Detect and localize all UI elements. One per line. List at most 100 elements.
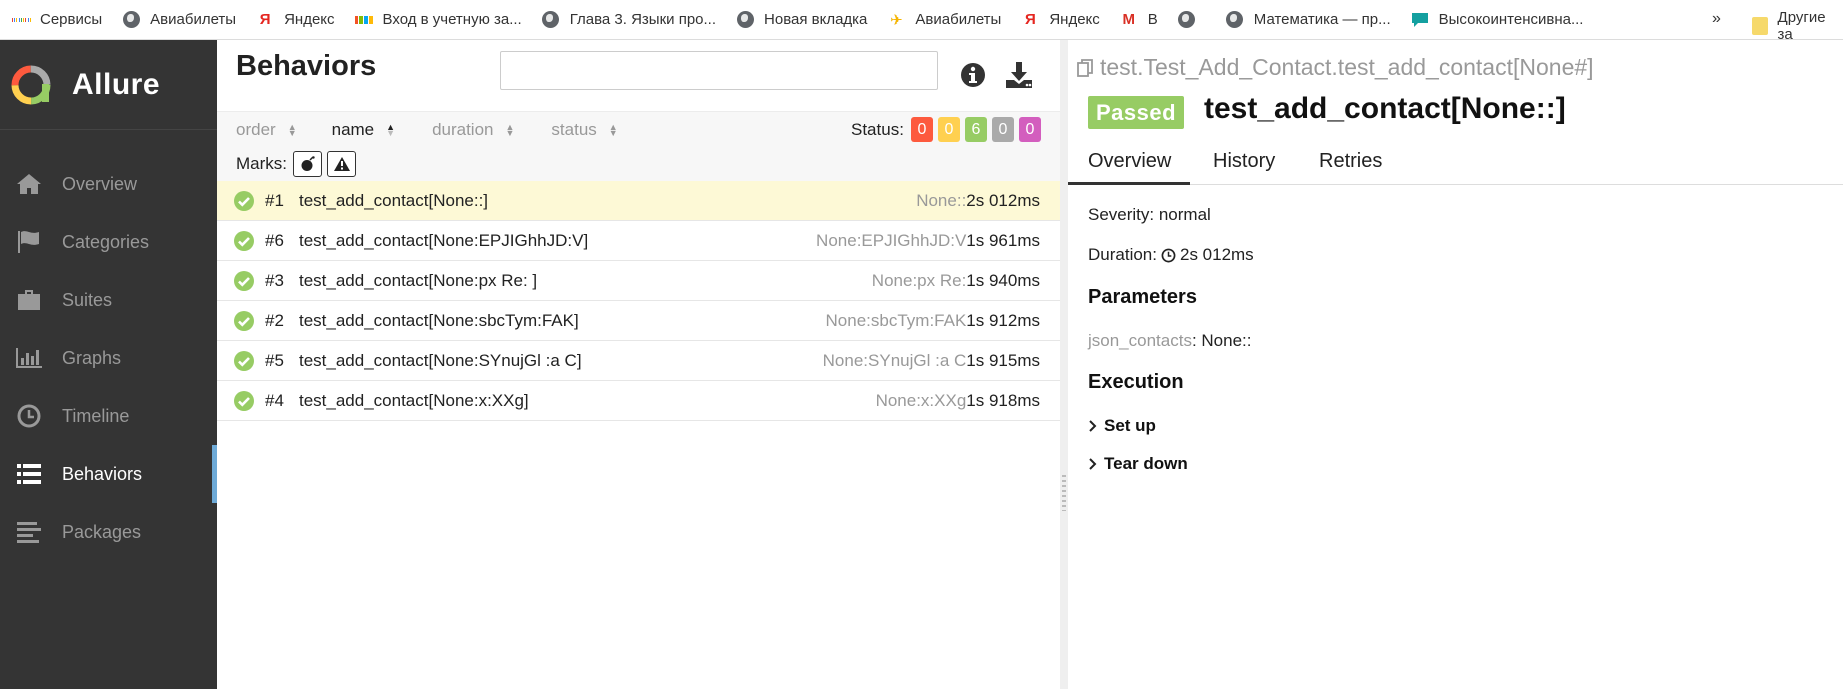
- passed-check-icon: [234, 350, 254, 371]
- parameter-key: json_contacts: [1088, 331, 1192, 350]
- count-failed[interactable]: 0: [911, 117, 933, 142]
- copy-icon[interactable]: [1076, 58, 1096, 78]
- bookmark-math[interactable]: Математика — пр...: [1226, 11, 1391, 29]
- sidebar: Allure Overview Categories Suites Graphs: [0, 40, 217, 689]
- count-skipped[interactable]: 0: [992, 117, 1014, 142]
- sidebar-item-suites[interactable]: Suites: [0, 271, 217, 329]
- sidebar-item-graphs[interactable]: Graphs: [0, 329, 217, 387]
- sidebar-nav: Overview Categories Suites Graphs Timeli…: [0, 155, 217, 561]
- passed-check-icon: [234, 270, 254, 291]
- duration-value: 2s 012ms: [1179, 245, 1254, 264]
- row-param: None:px Re:: [871, 270, 967, 290]
- bookmark-label: Яндекс: [284, 11, 335, 28]
- bookmark-chapter3[interactable]: Глава 3. Языки про...: [542, 11, 716, 29]
- bookmark-label: Сервисы: [40, 11, 103, 28]
- sort-arrows-icon: ▲ ▼: [505, 122, 515, 138]
- count-unknown[interactable]: 0: [1019, 117, 1041, 142]
- tab-history[interactable]: History: [1213, 150, 1275, 173]
- tab-retries[interactable]: Retries: [1319, 150, 1382, 173]
- test-fullname: test.Test_Add_Contact.test_add_contact[N…: [1076, 54, 1594, 81]
- bookmark-avia-1[interactable]: Авиабилеты: [122, 11, 236, 29]
- yandex-icon: Я: [259, 11, 271, 28]
- bookmark-high-intensity[interactable]: Высокоинтенсивна...: [1411, 11, 1583, 29]
- bookmark-yandex-2[interactable]: Я Яндекс: [1021, 11, 1100, 29]
- sort-order[interactable]: order ▲ ▼: [236, 120, 297, 140]
- sidebar-item-label: Graphs: [62, 347, 122, 368]
- clock-icon: [1161, 248, 1176, 262]
- bookmark-label: Математика — пр...: [1253, 11, 1391, 28]
- bookmark-gmail[interactable]: M В: [1120, 11, 1158, 29]
- marks-label: Marks:: [236, 154, 287, 173]
- parameter-row: json_contacts : None::: [1088, 331, 1252, 351]
- bookmark-label: В: [1147, 11, 1158, 28]
- sidebar-item-categories[interactable]: Categories: [0, 213, 217, 271]
- bookmark-new-tab[interactable]: Новая вкладка: [736, 11, 867, 29]
- mark-flaky-toggle[interactable]: [293, 151, 322, 177]
- test-detail-pane: test.Test_Add_Contact.test_add_contact[N…: [1068, 40, 1843, 689]
- row-name: test_add_contact[None:px Re: ]: [299, 270, 538, 290]
- row-duration: 1s 940ms: [966, 270, 1040, 290]
- clock-icon: [14, 403, 44, 429]
- row-number: #2: [265, 310, 284, 330]
- bookmark-folder-other[interactable]: Другие за: [1752, 9, 1843, 43]
- bookmark-folder-label: Другие за: [1777, 9, 1826, 43]
- row-param: None:sbcTym:FAK: [825, 310, 967, 330]
- bar-chart-icon: [14, 345, 44, 371]
- table-row[interactable]: #3 test_add_contact[None:px Re: ] None:p…: [217, 261, 1060, 301]
- table-row[interactable]: #6 test_add_contact[None:EPJIGhhJD:V] No…: [217, 221, 1060, 261]
- bookmark-services[interactable]: Сервисы: [12, 11, 102, 29]
- passed-check-icon: [234, 230, 254, 251]
- bookmark-yandex-1[interactable]: Я Яндекс: [256, 11, 335, 29]
- test-name: test_add_contact[None::]: [1204, 92, 1566, 125]
- sidebar-item-overview[interactable]: Overview: [0, 155, 217, 213]
- sort-status[interactable]: status ▲ ▼: [551, 120, 617, 140]
- sorter-label: order: [236, 120, 276, 139]
- mark-new-failed-toggle[interactable]: [327, 151, 356, 177]
- bookmark-globe[interactable]: [1178, 11, 1206, 29]
- sorters: order ▲ ▼ name ▲ ▼ duration ▲ ▼ status ▲ ▼: [236, 120, 655, 140]
- tab-overview[interactable]: Overview: [1088, 150, 1171, 173]
- table-row[interactable]: #1 test_add_contact[None::] None:: 2s 012…: [217, 181, 1060, 221]
- row-name: test_add_contact[None:x:XXg]: [299, 390, 529, 410]
- count-broken[interactable]: 0: [938, 117, 960, 142]
- sidebar-item-label: Overview: [62, 173, 138, 194]
- brand[interactable]: Allure: [0, 40, 217, 130]
- sidebar-item-label: Suites: [62, 289, 113, 310]
- status-filter-label: Status:: [851, 120, 904, 139]
- table-row[interactable]: #4 test_add_contact[None:x:XXg] None:x:X…: [217, 381, 1060, 421]
- info-icon[interactable]: [960, 62, 986, 88]
- splitter-grip[interactable]: [1062, 475, 1066, 511]
- sidebar-item-timeline[interactable]: Timeline: [0, 387, 217, 445]
- sidebar-item-label: Timeline: [62, 405, 130, 426]
- pane-splitter[interactable]: [1060, 40, 1068, 689]
- sort-name[interactable]: name ▲ ▼: [332, 120, 395, 140]
- plane-icon: ✈: [890, 11, 903, 29]
- table-row[interactable]: #5 test_add_contact[None:SYnujGl :a C] N…: [217, 341, 1060, 381]
- step-set-up[interactable]: Set up: [1088, 416, 1156, 436]
- count-passed[interactable]: 6: [965, 117, 987, 142]
- step-tear-down[interactable]: Tear down: [1088, 454, 1188, 474]
- execution-title: Execution: [1088, 371, 1184, 393]
- active-tab-indicator: [1068, 182, 1190, 185]
- row-name: test_add_contact[None:SYnujGl :a C]: [299, 350, 582, 370]
- search-input[interactable]: [500, 51, 938, 90]
- sort-arrows-icon: ▲ ▼: [386, 122, 396, 138]
- bookmark-avia-2[interactable]: ✈ Авиабилеты: [887, 11, 1001, 29]
- page-title: Behaviors: [236, 50, 377, 82]
- table-row[interactable]: #2 test_add_contact[None:sbcTym:FAK] Non…: [217, 301, 1060, 341]
- test-list: #1 test_add_contact[None::] None:: 2s 012…: [217, 181, 1060, 421]
- brand-name: Allure: [72, 67, 161, 101]
- sort-duration[interactable]: duration ▲ ▼: [432, 120, 514, 140]
- sidebar-item-packages[interactable]: Packages: [0, 503, 217, 561]
- bookmark-label: Вход в учетную за...: [382, 11, 522, 28]
- download-icon[interactable]: [1004, 60, 1034, 90]
- globe-icon: [122, 11, 140, 29]
- chevron-right-icon: [1089, 458, 1097, 470]
- bookmark-label: Авиабилеты: [150, 11, 237, 28]
- briefcase-icon: [14, 287, 44, 313]
- row-number: #1: [265, 190, 284, 210]
- sidebar-item-behaviors[interactable]: Behaviors: [0, 445, 217, 503]
- bookmark-microsoft-login[interactable]: Вход в учетную за...: [354, 11, 522, 29]
- bookmarks-more-button[interactable]: »: [1712, 10, 1721, 28]
- sorter-label: status: [551, 120, 597, 139]
